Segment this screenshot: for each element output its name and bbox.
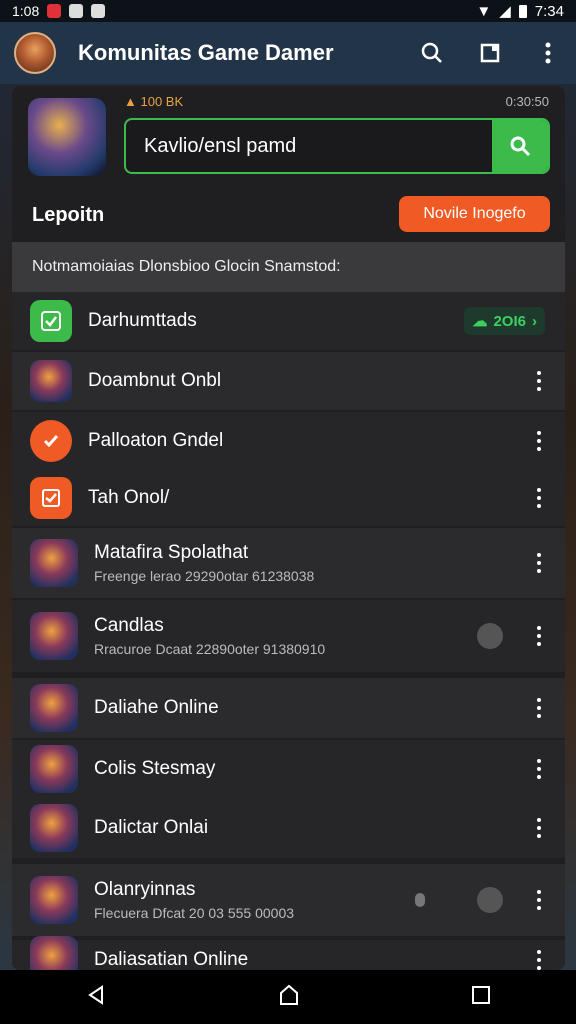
search-icon[interactable] (418, 39, 446, 67)
list-item-title: Darhumttads (88, 310, 197, 331)
list-item-title: Palloaton Gndel (88, 430, 224, 451)
list-item-subtitle: Flecuera Dfcat 20 03 555 00003 (94, 905, 295, 921)
game-icon (30, 804, 78, 852)
status-circle-icon[interactable] (477, 623, 503, 649)
more-vertical-icon[interactable] (531, 888, 547, 912)
app-notification-icon (91, 4, 106, 18)
list-item[interactable]: Tah Onol/ (12, 470, 565, 526)
status-time-left: 1:08 (12, 3, 40, 19)
more-vertical-icon[interactable] (534, 39, 562, 67)
chevron-right-icon: › (532, 312, 537, 330)
search-button[interactable] (492, 120, 548, 172)
list-item-title: Dalictar Onlai (94, 817, 209, 838)
list-item-title: Doambnut Onbl (88, 370, 222, 391)
more-vertical-icon[interactable] (531, 696, 547, 720)
list-item[interactable]: Colis Stesmay (12, 740, 565, 798)
list-item[interactable]: Doambnut Onbl (12, 352, 565, 410)
list-item-subtitle: Freenge lerao 29290otar 61238038 (94, 568, 315, 584)
section-label: Lepoitn (32, 204, 105, 226)
status-badge[interactable]: ☁ 2OI6 › (464, 307, 545, 335)
list-item-title: Tah Onol/ (88, 487, 170, 508)
section-action-button[interactable]: Novile Inogefo (399, 196, 550, 232)
status-bar: 1:08 ▼ ◢ 7:34 (0, 0, 576, 22)
square-icon[interactable] (476, 39, 504, 67)
recents-icon[interactable] (471, 985, 491, 1010)
notice-banner: Notmamoiaias Dlonsbioo Glocin Snamstod: (12, 242, 565, 292)
avatar[interactable] (14, 32, 56, 74)
list-item-title: Daliahe Online (94, 697, 219, 718)
check-square-icon (30, 477, 72, 519)
more-vertical-icon[interactable] (531, 486, 547, 510)
back-icon[interactable] (85, 984, 107, 1011)
more-vertical-icon[interactable] (531, 757, 547, 781)
game-hero-image (28, 98, 106, 176)
game-icon (30, 360, 72, 402)
app-notification-icon (69, 4, 84, 18)
signal-icon: ◢ (499, 3, 511, 20)
list-item-title: Olanryinnas (94, 879, 196, 900)
check-circle-icon (30, 420, 72, 462)
more-vertical-icon[interactable] (531, 429, 547, 453)
main-panel: ▲ 100 BK 0:30:50 Kavlio/ensl pamd Lepoit… (12, 86, 565, 970)
more-vertical-icon[interactable] (531, 551, 547, 575)
list-item[interactable]: Matafira Spolathat Freenge lerao 29290ot… (12, 528, 565, 598)
list-item[interactable]: Olanryinnas Flecuera Dfcat 20 03 555 000… (12, 864, 565, 936)
more-vertical-icon[interactable] (531, 948, 547, 970)
wifi-icon: ▼ (476, 2, 492, 20)
list-item-subtitle: Rracuroe Dcaat 22890oter 91380910 (94, 641, 326, 657)
hero-meta-left: ▲ 100 BK (124, 94, 184, 109)
list-item[interactable]: Darhumttads ☁ 2OI6 › (12, 292, 565, 350)
page-title: Komunitas Game Damer (78, 40, 334, 65)
more-vertical-icon[interactable] (531, 816, 547, 840)
game-icon (30, 876, 78, 924)
search-icon (510, 136, 531, 157)
list-item[interactable]: Palloaton Gndel (12, 412, 565, 470)
list-item-title: Colis Stesmay (94, 758, 216, 779)
check-square-icon (30, 300, 72, 342)
home-icon[interactable] (277, 983, 301, 1012)
status-circle-icon[interactable] (477, 887, 503, 913)
game-icon (30, 539, 78, 587)
more-vertical-icon[interactable] (531, 624, 547, 648)
more-vertical-icon[interactable] (531, 369, 547, 393)
list-item[interactable]: Candlas Rracuroe Dcaat 22890oter 9138091… (12, 600, 565, 672)
status-time-right: 7:34 (534, 2, 564, 20)
list-item-title: Candlas (94, 615, 164, 636)
search-value: Kavlio/ensl pamd (144, 134, 297, 157)
app-bar: Komunitas Game Damer (0, 22, 576, 84)
search-input[interactable]: Kavlio/ensl pamd (124, 118, 550, 174)
list-item[interactable]: Daliasatian Online (12, 936, 565, 970)
game-icon (30, 745, 78, 793)
list-item[interactable]: Daliahe Online (12, 678, 565, 738)
game-icon (30, 684, 78, 732)
hero-meta-right: 0:30:50 (505, 94, 549, 109)
mic-icon[interactable] (415, 893, 425, 907)
battery-icon (518, 4, 527, 18)
app-notification-icon (47, 4, 62, 18)
system-nav-bar (0, 970, 576, 1024)
game-icon (30, 612, 78, 660)
list-item-title: Matafira Spolathat (94, 542, 249, 563)
cloud-icon: ☁ (472, 313, 488, 330)
game-icon (30, 936, 78, 970)
list-item[interactable]: Dalictar Onlai (12, 798, 565, 858)
list-item-title: Daliasatian Online (94, 949, 249, 970)
